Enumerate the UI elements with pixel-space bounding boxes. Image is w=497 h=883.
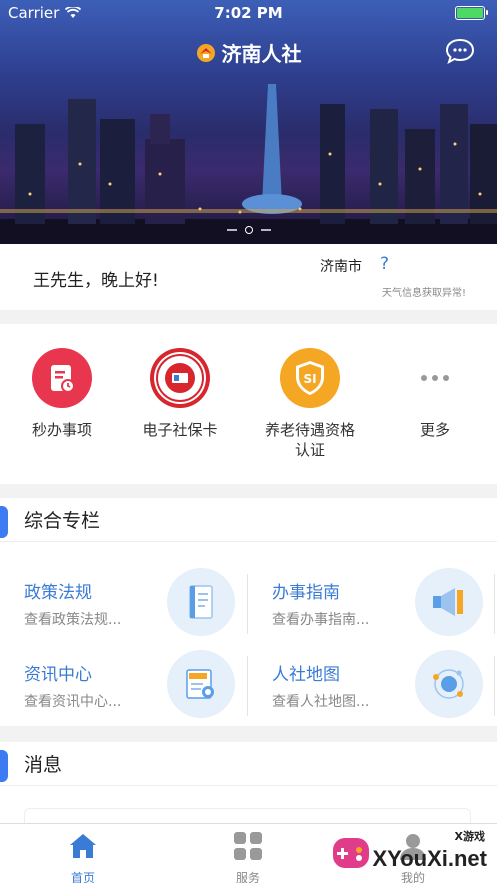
app-title: 济南人社 [0, 38, 497, 67]
quick-item-social-card[interactable]: 电子社保卡 [118, 348, 242, 440]
more-dots-icon [405, 348, 465, 408]
watermark-logo: X游戏 XYouXi.net [325, 824, 497, 883]
divider [494, 574, 495, 634]
column-item-title: 办事指南 [272, 583, 340, 603]
tab-home[interactable]: 首页 [43, 830, 123, 883]
column-item-subtitle: 查看资讯中心... [24, 694, 122, 710]
quick-item-instant[interactable]: 秒办事项 [0, 348, 124, 440]
document-icon [32, 348, 92, 408]
quick-menu: 秒办事项 电子社保卡 SI 养老待遇资格 认证 更多 [0, 324, 497, 484]
news-icon [167, 650, 235, 718]
si-shield-icon: SI [280, 348, 340, 408]
quick-item-label: 更多 [419, 421, 450, 439]
message-section: 消息 [0, 742, 497, 848]
city-label[interactable]: 济南市 [320, 256, 362, 276]
quick-item-label: 电子社保卡 [142, 421, 218, 439]
column-item-subtitle: 查看政策法规... [24, 612, 122, 628]
column-item-guide[interactable]: 办事指南 查看办事指南... [248, 566, 495, 646]
divider [494, 656, 495, 716]
home-icon [70, 834, 96, 858]
tab-service[interactable]: 服务 [208, 830, 288, 883]
weather-status: 天气信息获取异常! [381, 288, 466, 299]
logo-icon [196, 43, 215, 62]
megaphone-icon [415, 568, 483, 636]
map-orbit-icon [415, 650, 483, 718]
column-item-title: 资讯中心 [24, 665, 92, 685]
column-item-title: 人社地图 [272, 665, 340, 685]
banner-carousel[interactable]: Carrier 7:02 PM 济南人社 [0, 0, 497, 244]
column-section: 综合专栏 政策法规 查看政策法规... 办事指南 查看办事指南... 资讯中心 … [0, 498, 497, 726]
quick-item-label: 养老待遇资格 认证 [264, 421, 355, 459]
social-security-card-icon [150, 348, 210, 408]
app-title-text: 济南人社 [221, 42, 302, 66]
column-item-news[interactable]: 资讯中心 查看资讯中心... [0, 648, 247, 728]
watermark-small-text: X游戏 [454, 830, 485, 843]
tab-label: 服务 [235, 871, 260, 883]
section-title: 综合专栏 [24, 510, 101, 532]
svg-text:SI: SI [303, 372, 316, 386]
weather-unknown-icon: ? [380, 254, 390, 274]
status-bar: Carrier 7:02 PM [0, 0, 497, 26]
column-item-policy[interactable]: 政策法规 查看政策法规... [0, 566, 247, 646]
section-header: 消息 [0, 742, 497, 786]
chat-bubble-icon[interactable] [445, 38, 475, 64]
section-header: 综合专栏 [0, 498, 497, 542]
watermark-text: XYouXi.net [372, 846, 488, 871]
quick-item-more[interactable]: 更多 [373, 348, 497, 440]
greeting-panel: 王先生，晚上好! 济南市 ? 天气信息获取异常! [0, 244, 497, 310]
battery-icon [455, 6, 488, 20]
quick-item-pension[interactable]: SI 养老待遇资格 认证 [248, 348, 372, 460]
column-item-title: 政策法规 [24, 583, 92, 603]
tab-label: 首页 [70, 871, 95, 883]
section-title: 消息 [24, 754, 63, 776]
city-night-image [0, 84, 497, 244]
carousel-indicator [0, 226, 497, 234]
status-time: 7:02 PM [214, 4, 283, 22]
column-grid: 政策法规 查看政策法规... 办事指南 查看办事指南... 资讯中心 查看资讯中… [0, 542, 497, 718]
book-icon [167, 568, 235, 636]
quick-item-label: 秒办事项 [31, 421, 92, 439]
column-item-subtitle: 查看人社地图... [272, 694, 370, 710]
column-item-map[interactable]: 人社地图 查看人社地图... [248, 648, 495, 728]
greeting-text: 王先生，晚上好! [33, 271, 159, 291]
column-item-subtitle: 查看办事指南... [272, 612, 370, 628]
grid-icon [234, 832, 262, 860]
gamepad-logo-icon [333, 838, 369, 868]
